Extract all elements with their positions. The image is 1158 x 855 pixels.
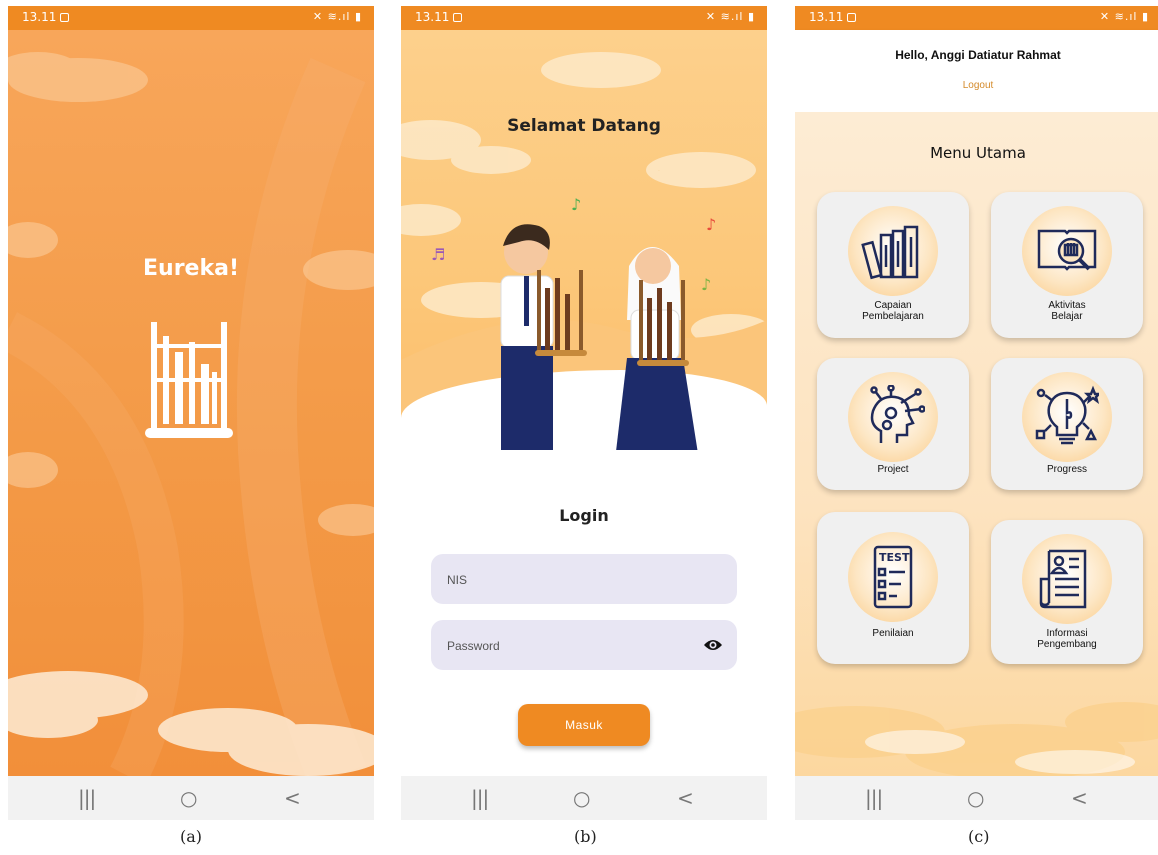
menu-card-project[interactable]: Project — [817, 358, 969, 490]
menu-card-capaian-pembelajaran[interactable]: Capaian Pembelajaran — [817, 192, 969, 338]
greeting-text: Hello, Anggi Datiatur Rahmat — [895, 48, 1061, 62]
recent-apps-icon[interactable]: ||| — [78, 786, 96, 810]
lightbulb-puzzle-icon — [1022, 372, 1112, 462]
menu-card-label-line2: Belajar — [1051, 311, 1083, 322]
home-icon[interactable]: ○ — [967, 786, 984, 810]
menu-card-label-line1: Informasi — [1046, 628, 1088, 639]
test-label: TEST — [879, 551, 910, 564]
students-illustration: ♬ ♪ ♪ ♪ ♪ — [431, 170, 716, 450]
app-title: Eureka! — [143, 256, 239, 281]
status-icons: ✕ ≋.ıl ▮ — [1099, 10, 1149, 23]
status-icons: ✕ ≋.ıl ▮ — [705, 10, 755, 23]
status-bar: 13.11 ✕ ≋.ıl ▮ — [8, 6, 374, 30]
back-icon[interactable]: < — [677, 786, 694, 810]
nis-input[interactable] — [445, 554, 699, 606]
password-field[interactable] — [431, 620, 737, 672]
splash-background: Eureka! — [8, 30, 374, 776]
books-icon — [848, 206, 938, 296]
brain-gears-icon — [848, 372, 938, 462]
svg-text:♪: ♪ — [571, 195, 581, 214]
menu-card-aktivitas-belajar[interactable]: Aktivitas Belajar — [991, 192, 1143, 338]
masuk-button-label: Masuk — [565, 718, 603, 732]
menu-card-label-line1: Capaian — [874, 300, 912, 311]
system-nav-bar: ||| ○ < — [8, 776, 374, 820]
menu-card-label-line2: Pembelajaran — [862, 311, 924, 322]
menu-card-label-line1: Aktivitas — [1048, 300, 1086, 311]
caption-b: (b) — [574, 827, 597, 846]
gallery-notification-icon — [453, 13, 462, 22]
system-nav-bar: ||| ○ < — [795, 776, 1158, 820]
home-icon[interactable]: ○ — [180, 786, 197, 810]
back-icon[interactable]: < — [1071, 786, 1088, 810]
caption-c: (c) — [968, 827, 990, 846]
status-bar: 13.11 ✕ ≋.ıl ▮ — [795, 6, 1158, 30]
book-search-icon — [1022, 206, 1112, 296]
svg-text:♪: ♪ — [706, 215, 716, 234]
menu-card-progress[interactable]: Progress — [991, 358, 1143, 490]
welcome-title: Selamat Datang — [507, 116, 661, 136]
splash-screen: 13.11 ✕ ≋.ıl ▮ Eureka! ||| ○ < — [8, 6, 374, 820]
status-time: 13.11 — [415, 10, 450, 24]
login-hero: Selamat Datang ♬ ♪ ♪ ♪ ♪ — [401, 30, 767, 450]
menu-card-label-line1: Progress — [1046, 464, 1087, 475]
menu-title: Menu Utama — [930, 144, 1026, 162]
menu-screen: 13.11 ✕ ≋.ıl ▮ Hello, Anggi Datiatur Rah… — [795, 6, 1158, 820]
svg-text:♬: ♬ — [431, 245, 445, 264]
test-paper-icon: TEST — [848, 532, 938, 622]
svg-text:♪: ♪ — [701, 275, 711, 294]
password-input[interactable] — [445, 620, 699, 672]
status-time: 13.11 — [22, 10, 57, 24]
caption-a: (a) — [180, 827, 203, 846]
profile-document-icon — [1022, 534, 1112, 624]
system-nav-bar: ||| ○ < — [401, 776, 767, 820]
menu-card-label-line2: Pengembang — [1037, 639, 1097, 650]
angklung-logo — [145, 322, 233, 438]
menu-card-label-line1: Penilaian — [872, 628, 914, 639]
nis-field[interactable] — [431, 554, 737, 606]
status-time: 13.11 — [809, 10, 844, 24]
user-header: Hello, Anggi Datiatur Rahmat Logout — [795, 30, 1158, 112]
menu-card-label-line1: Project — [877, 464, 909, 475]
menu-card-informasi-pengembang[interactable]: Informasi Pengembang — [991, 520, 1143, 664]
home-icon[interactable]: ○ — [573, 786, 590, 810]
menu-card-penilaian[interactable]: TEST Penilaian — [817, 512, 969, 664]
gallery-notification-icon — [60, 13, 69, 22]
recent-apps-icon[interactable]: ||| — [471, 786, 489, 810]
show-password-icon[interactable] — [703, 637, 723, 653]
login-screen: 13.11 ✕ ≋.ıl ▮ Selamat Datang ♬ ♪ ♪ ♪ ♪ — [401, 6, 767, 820]
gallery-notification-icon — [847, 13, 856, 22]
recent-apps-icon[interactable]: ||| — [865, 786, 883, 810]
svg-text:♪: ♪ — [656, 170, 665, 174]
back-icon[interactable]: < — [284, 786, 301, 810]
masuk-button[interactable]: Masuk — [518, 704, 650, 746]
logout-link[interactable]: Logout — [795, 80, 1158, 91]
status-icons: ✕ ≋.ıl ▮ — [312, 10, 362, 23]
login-title: Login — [559, 506, 609, 525]
status-bar: 13.11 ✕ ≋.ıl ▮ — [401, 6, 767, 30]
